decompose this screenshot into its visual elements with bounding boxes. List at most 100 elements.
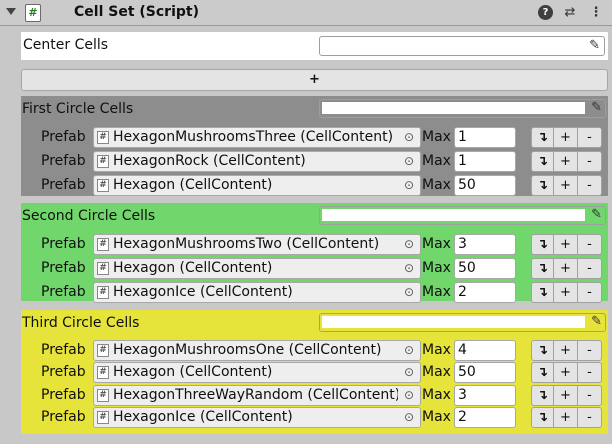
add-row-button[interactable]: + — [554, 340, 578, 361]
prefab-object-field[interactable]: # HexagonRock (CellContent) ⊙ — [93, 151, 421, 172]
insert-row-button[interactable]: ↴ — [531, 407, 554, 429]
cell-content-icon: # — [97, 286, 109, 299]
insert-row-button[interactable]: ↴ — [531, 258, 554, 279]
center-cells-row: Center Cells ✎ — [21, 32, 608, 60]
second-circle-section: Second Circle Cells ✎ Prefab # HexagonMu… — [21, 203, 608, 303]
section-color-field[interactable]: ✎ — [319, 206, 606, 225]
prefab-object-field[interactable]: # HexagonMushroomsThree (CellContent) ⊙ — [93, 127, 421, 148]
object-picker-target-icon[interactable]: ⊙ — [398, 152, 420, 171]
max-input[interactable]: 4 — [454, 340, 516, 361]
add-row-button[interactable]: + — [554, 175, 578, 196]
presets-icon[interactable]: ⇄ — [562, 4, 578, 22]
prefab-object-field[interactable]: # Hexagon (CellContent) ⊙ — [93, 362, 421, 384]
insert-row-button[interactable]: ↴ — [531, 151, 554, 172]
remove-row-button[interactable]: - — [578, 258, 602, 279]
remove-row-button[interactable]: - — [578, 127, 602, 148]
remove-row-button[interactable]: - — [578, 362, 602, 384]
color-picker-icon[interactable]: ✎ — [591, 315, 602, 329]
max-input[interactable]: 1 — [454, 151, 516, 172]
object-picker-target-icon[interactable]: ⊙ — [398, 363, 420, 383]
insert-row-button[interactable]: ↴ — [531, 340, 554, 361]
prefab-object-field[interactable]: # HexagonIce (CellContent) ⊙ — [93, 282, 421, 303]
object-picker-target-icon[interactable]: ⊙ — [398, 385, 420, 405]
add-row-button[interactable]: + — [554, 234, 578, 255]
max-input[interactable]: 1 — [454, 127, 516, 148]
object-picker-target-icon[interactable]: ⊙ — [398, 408, 420, 428]
max-input[interactable]: 50 — [454, 175, 516, 196]
max-input[interactable]: 2 — [454, 407, 516, 429]
add-row-button[interactable]: + — [554, 384, 578, 406]
remove-row-button[interactable]: - — [578, 282, 602, 303]
prefab-label: Prefab — [41, 153, 86, 169]
section-color-field[interactable]: ✎ — [319, 99, 606, 118]
color-picker-icon[interactable]: ✎ — [589, 39, 600, 53]
object-picker-target-icon[interactable]: ⊙ — [398, 283, 420, 302]
help-icon[interactable]: ? — [538, 5, 553, 20]
remove-row-button[interactable]: - — [578, 384, 602, 406]
first-circle-section: First Circle Cells ✎ Prefab # HexagonMus… — [21, 96, 608, 196]
insert-row-button[interactable]: ↴ — [531, 127, 554, 148]
object-picker-target-icon[interactable]: ⊙ — [398, 259, 420, 278]
max-label: Max — [422, 260, 451, 276]
remove-row-button[interactable]: - — [578, 234, 602, 255]
insert-row-button[interactable]: ↴ — [531, 384, 554, 406]
cell-row: Prefab # HexagonMushroomsTwo (CellConten… — [21, 234, 608, 255]
prefab-label: Prefab — [41, 364, 86, 381]
color-picker-icon[interactable]: ✎ — [591, 208, 602, 222]
prefab-value: HexagonMushroomsOne (CellContent) — [113, 342, 382, 358]
prefab-object-field[interactable]: # Hexagon (CellContent) ⊙ — [93, 258, 421, 279]
prefab-label: Prefab — [41, 409, 86, 426]
prefab-object-field[interactable]: # Hexagon (CellContent) ⊙ — [93, 175, 421, 196]
section-color-field[interactable]: ✎ — [319, 313, 606, 332]
cell-content-icon: # — [97, 179, 109, 192]
center-cells-label: Center Cells — [23, 37, 109, 53]
max-label: Max — [422, 342, 451, 358]
prefab-value: Hexagon (CellContent) — [113, 260, 273, 276]
section-title: Second Circle Cells — [22, 208, 156, 224]
add-row-button[interactable]: + — [554, 282, 578, 303]
add-row-button[interactable]: + — [554, 258, 578, 279]
remove-row-button[interactable]: - — [578, 407, 602, 429]
max-input[interactable]: 3 — [454, 234, 516, 255]
remove-row-button[interactable]: - — [578, 151, 602, 172]
prefab-object-field[interactable]: # HexagonMushroomsTwo (CellContent) ⊙ — [93, 234, 421, 255]
add-row-button[interactable]: + — [554, 151, 578, 172]
prefab-label: Prefab — [41, 386, 86, 403]
max-input[interactable]: 50 — [454, 362, 516, 384]
cell-row: Prefab # HexagonThreeWayRandom (CellCont… — [21, 384, 608, 406]
max-label: Max — [422, 129, 451, 145]
context-menu-icon[interactable]: ⋮ — [588, 4, 604, 22]
center-cells-field[interactable]: ✎ — [319, 36, 605, 56]
max-input[interactable]: 50 — [454, 258, 516, 279]
max-input[interactable]: 2 — [454, 282, 516, 303]
insert-row-button[interactable]: ↴ — [531, 362, 554, 384]
prefab-label: Prefab — [41, 236, 86, 252]
color-picker-icon[interactable]: ✎ — [591, 101, 602, 115]
prefab-value: HexagonRock (CellContent) — [113, 153, 306, 169]
prefab-value: HexagonIce (CellContent) — [113, 409, 293, 426]
color-swatch — [322, 209, 585, 221]
add-section-button[interactable]: + — [21, 69, 608, 91]
third-circle-section: Third Circle Cells ✎ Prefab # HexagonMus… — [21, 310, 608, 434]
remove-row-button[interactable]: - — [578, 340, 602, 361]
insert-row-button[interactable]: ↴ — [531, 282, 554, 303]
insert-row-button[interactable]: ↴ — [531, 234, 554, 255]
insert-row-button[interactable]: ↴ — [531, 175, 554, 196]
add-row-button[interactable]: + — [554, 407, 578, 429]
max-input[interactable]: 3 — [454, 384, 516, 406]
cell-row: Prefab # Hexagon (CellContent) ⊙ Max 50 … — [21, 362, 608, 384]
prefab-object-field[interactable]: # HexagonIce (CellContent) ⊙ — [93, 407, 421, 429]
add-row-button[interactable]: + — [554, 362, 578, 384]
object-picker-target-icon[interactable]: ⊙ — [398, 128, 420, 147]
object-picker-target-icon[interactable]: ⊙ — [398, 341, 420, 360]
cell-content-icon: # — [97, 388, 109, 402]
foldout-arrow-icon[interactable] — [6, 8, 16, 15]
object-picker-target-icon[interactable]: ⊙ — [398, 176, 420, 195]
prefab-object-field[interactable]: # HexagonMushroomsOne (CellContent) ⊙ — [93, 340, 421, 361]
prefab-object-field[interactable]: # HexagonThreeWayRandom (CellContent) ⊙ — [93, 384, 421, 406]
add-row-button[interactable]: + — [554, 127, 578, 148]
max-label: Max — [422, 177, 451, 193]
object-picker-target-icon[interactable]: ⊙ — [398, 235, 420, 254]
remove-row-button[interactable]: - — [578, 175, 602, 196]
cell-content-icon: # — [97, 155, 109, 168]
